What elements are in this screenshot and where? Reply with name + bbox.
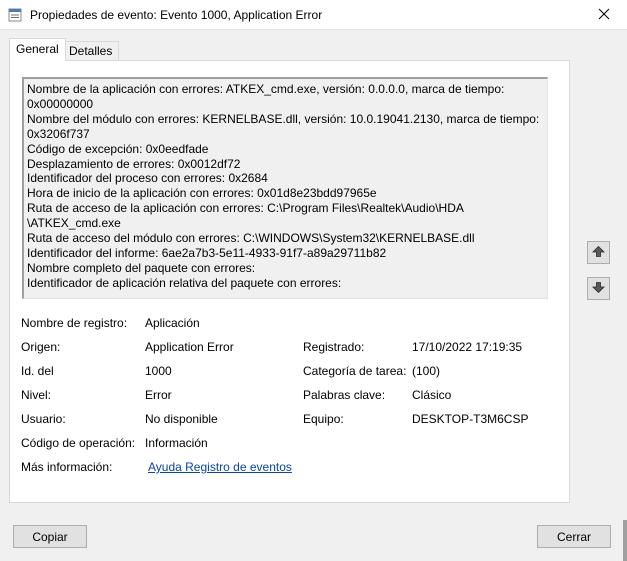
log-name-label: Nombre de registro:: [21, 316, 128, 330]
task-category-label: Categoría de tarea:: [303, 364, 407, 378]
event-id-value: 1000: [145, 364, 172, 378]
description-line: Identificador del informe: 6ae2a7b3-5e11…: [27, 245, 387, 260]
event-description[interactable]: Nombre de la aplicación con errores: ATK…: [22, 77, 548, 299]
description-line: Nombre del módulo con errores: KERNELBAS…: [27, 111, 540, 126]
keywords-value: Clásico: [412, 388, 452, 402]
previous-event-button[interactable]: [587, 241, 610, 264]
window-title: Propiedades de evento: Evento 1000, Appl…: [30, 8, 323, 22]
general-panel: Nombre de la aplicación con errores: ATK…: [9, 60, 570, 503]
window-edge: [623, 520, 627, 561]
logged-label: Registrado:: [303, 340, 365, 354]
copy-button[interactable]: Copiar: [13, 525, 87, 548]
task-category-value: (100): [412, 364, 441, 378]
description-line: 0x00000000: [27, 96, 94, 111]
logged-value: 17/10/2022 17:19:35: [412, 340, 523, 354]
event-log-help-link[interactable]: Ayuda Registro de eventos: [148, 460, 292, 474]
computer-value: DESKTOP-T3M6CSP: [412, 412, 529, 426]
level-value: Error: [145, 388, 172, 402]
opcode-label: Código de operación:: [21, 436, 136, 450]
arrow-down-icon: [592, 281, 605, 297]
user-label: Usuario:: [21, 412, 66, 426]
user-value: No disponible: [145, 412, 218, 426]
event-viewer-icon: [8, 8, 22, 22]
close-window-button[interactable]: [581, 0, 627, 30]
tab-details[interactable]: Detalles: [62, 41, 120, 60]
next-event-button[interactable]: [587, 277, 610, 300]
description-line: Código de excepción: 0x0eedfade: [27, 141, 209, 156]
close-button[interactable]: Cerrar: [537, 525, 611, 548]
source-value: Application Error: [145, 340, 234, 354]
opcode-value: Información: [145, 436, 208, 450]
description-line: Ruta de acceso de la aplicación con erro…: [27, 201, 464, 216]
description-line: 0x3206f737: [27, 126, 90, 141]
source-label: Origen:: [21, 340, 61, 354]
level-label: Nivel:: [21, 388, 52, 402]
description-line: \ATKEX_cmd.exe: [27, 216, 121, 231]
computer-label: Equipo:: [303, 412, 344, 426]
keywords-label: Palabras clave:: [303, 388, 386, 402]
log-name-value: Aplicación: [145, 316, 200, 330]
description-line: Hora de inicio de la aplicación con erro…: [27, 186, 377, 201]
arrow-up-icon: [592, 245, 605, 261]
description-line: Nombre de la aplicación con errores: ATK…: [27, 82, 505, 96]
description-line: Desplazamiento de errores: 0x0012df72: [27, 156, 241, 171]
tab-general[interactable]: General: [9, 38, 66, 61]
title-bar: Propiedades de evento: Evento 1000, Appl…: [0, 0, 627, 30]
description-line: Nombre completo del paquete con errores:: [27, 260, 256, 275]
event-id-label: Id. del: [21, 364, 54, 378]
description-line: Identificador del proceso con errores: 0…: [27, 171, 268, 186]
description-line: Identificador de aplicación relativa del…: [27, 275, 342, 290]
more-info-label: Más información:: [21, 460, 113, 474]
description-line: Ruta de acceso del módulo con errores: C…: [27, 231, 475, 246]
close-icon: [598, 8, 610, 23]
